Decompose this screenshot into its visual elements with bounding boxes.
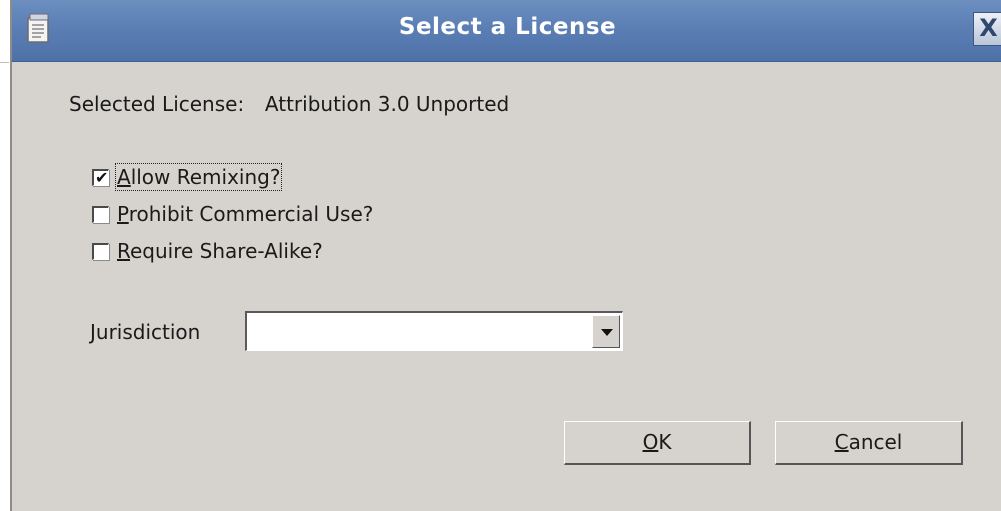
dropdown-arrow-button[interactable] [592,315,620,348]
jurisdiction-select[interactable] [245,311,623,351]
license-dialog: Select a License X Selected License: Att… [10,0,1001,511]
chevron-down-icon [601,329,613,336]
require-share-alike-checkbox[interactable] [92,242,109,260]
cancel-button[interactable]: Cancel [775,421,963,465]
allow-remixing-label[interactable]: Allow Remixing? [114,163,283,191]
selected-license-value: Attribution 3.0 Unported [264,92,510,116]
prohibit-commercial-checkbox[interactable] [92,205,109,223]
checkmark-icon: ✔ [95,167,109,187]
background-divider [0,62,9,63]
jurisdiction-label: Jurisdiction [90,320,201,344]
allow-remixing-checkbox-row[interactable]: ✔ Allow Remixing? [92,163,283,191]
prohibit-commercial-checkbox-row[interactable]: Prohibit Commercial Use? [92,201,373,227]
title-bar[interactable]: Select a License X [12,0,1001,62]
prohibit-commercial-label[interactable]: Prohibit Commercial Use? [117,202,373,226]
require-share-alike-label[interactable]: Require Share-Alike? [117,239,323,263]
close-icon[interactable]: X [973,12,1001,46]
selected-license-caption: Selected License: [69,92,245,116]
selected-license-label: Selected License: Attribution 3.0 Unport… [69,92,509,116]
dialog-title: Select a License [398,14,617,40]
allow-remixing-checkbox[interactable]: ✔ [92,167,109,187]
require-share-alike-checkbox-row[interactable]: Require Share-Alike? [92,238,323,264]
ok-button[interactable]: OK [564,421,751,465]
background-strip [0,62,9,511]
